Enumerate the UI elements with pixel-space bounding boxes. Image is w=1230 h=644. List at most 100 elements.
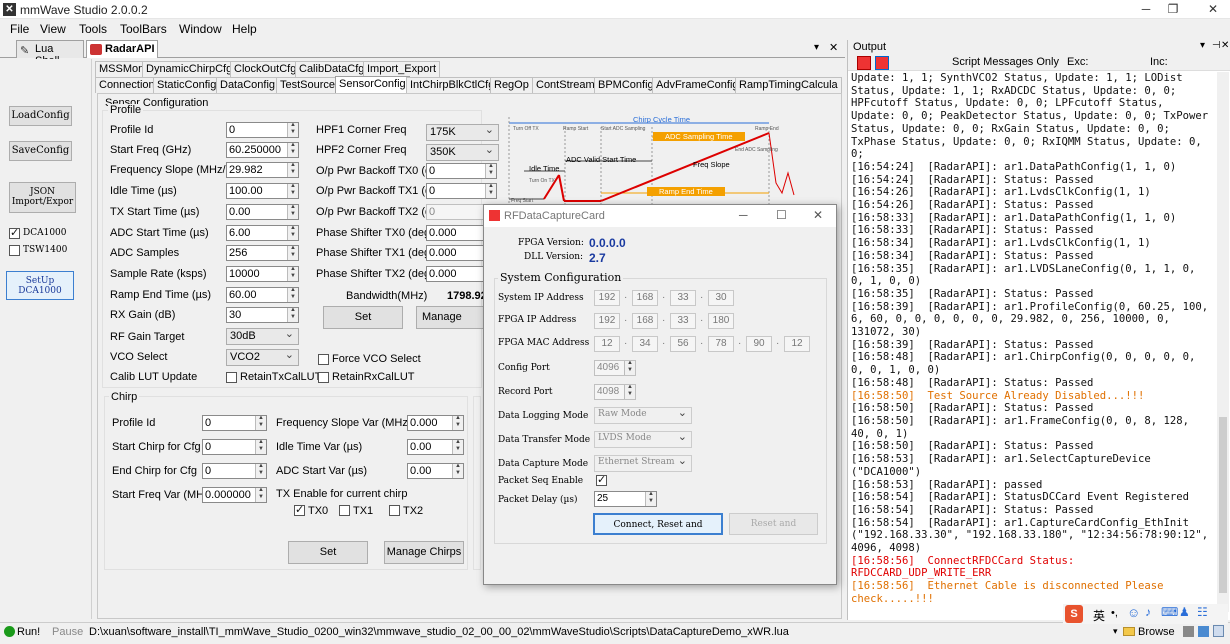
dialog-maximize-button[interactable]: ☐	[776, 208, 787, 222]
menu-tools[interactable]: Tools	[79, 22, 107, 36]
chirp-var-input[interactable]: 0.00 ▲ ▼	[407, 463, 464, 479]
spinner-icon[interactable]: ▲▼	[255, 464, 266, 478]
output-close-icon[interactable]: ✕	[1221, 40, 1229, 51]
chirp-field-input[interactable]: 0 ▲ ▼	[202, 463, 267, 479]
ime-voice-icon[interactable]: ♪	[1145, 605, 1151, 619]
address-octet-input[interactable]: 78	[708, 336, 734, 352]
output-scrollbar[interactable]	[1217, 72, 1229, 612]
ime-menu-icon[interactable]: ☷	[1197, 605, 1208, 619]
chirp-var-input[interactable]: 0.000 ▲ ▼	[407, 415, 464, 431]
tab-import-export[interactable]: Import_Export	[363, 61, 441, 77]
tab-static-config[interactable]: StaticConfig	[153, 77, 221, 93]
menu-view[interactable]: View	[40, 22, 66, 36]
tab-test-source[interactable]: TestSource	[276, 77, 340, 93]
tab-connection[interactable]: Connection	[95, 77, 159, 93]
spinner-icon[interactable]: ▲▼	[255, 416, 266, 430]
tab-regop[interactable]: RegOp	[490, 77, 533, 93]
output-scroll-thumb[interactable]	[1219, 417, 1227, 593]
spinner-icon[interactable]: ▲▼	[287, 205, 298, 219]
force-vco-select-checkbox[interactable]	[318, 354, 329, 365]
record-port-spinner[interactable]: ▲ ▼	[624, 385, 635, 399]
packet-delay-input[interactable]: 25 ▲ ▼	[594, 491, 657, 507]
data-logging-mode-select[interactable]: Raw Mode	[594, 406, 692, 424]
tab-adv-frame-config[interactable]: AdvFrameConfig	[652, 77, 743, 93]
address-octet-input[interactable]: 180	[708, 313, 734, 329]
address-octet-input[interactable]: 34	[632, 336, 658, 352]
menu-toolbars[interactable]: ToolBars	[120, 22, 167, 36]
ime-punct-icon[interactable]: •,	[1111, 607, 1118, 619]
tab-ramp-timing[interactable]: RampTimingCalcula	[735, 77, 842, 93]
spinner-icon[interactable]: ▲▼	[452, 416, 463, 430]
profile-field-input[interactable]: 29.982 ▲ ▼	[226, 162, 299, 178]
ime-emoji-icon[interactable]: ☺	[1127, 605, 1140, 620]
run-button[interactable]: Run!	[17, 626, 40, 638]
address-octet-input[interactable]: 12	[784, 336, 810, 352]
setup-dca1000-button[interactable]: SetUp DCA1000	[6, 271, 74, 300]
tab-int-chirp-blk[interactable]: IntChirpBlkCtlCfg	[406, 77, 499, 93]
spinner-icon[interactable]: ▲▼	[287, 184, 298, 198]
vco-select[interactable]: VCO2	[226, 348, 299, 366]
output-dropdown-icon[interactable]: ▾	[1200, 40, 1205, 51]
tab-dropdown-icon[interactable]: ▾	[814, 42, 819, 53]
tab-bpm-config[interactable]: BPMConfig	[594, 77, 658, 93]
profile-field-input[interactable]: 10000 ▲ ▼	[226, 266, 299, 282]
path-dropdown-icon[interactable]: ▾	[1113, 626, 1118, 637]
tab-sensor-config[interactable]: SensorConfig	[335, 76, 410, 93]
profile-set-button[interactable]: Set	[323, 306, 403, 329]
profile-field-input[interactable]: 100.00 ▲ ▼	[226, 183, 299, 199]
load-config-button[interactable]: LoadConfig	[9, 106, 72, 126]
address-octet-input[interactable]: 90	[746, 336, 772, 352]
tsw1400-checkbox[interactable]	[9, 245, 20, 256]
profile-field-input[interactable]: 30 ▲ ▼	[226, 307, 299, 323]
data-capture-mode-select[interactable]: Ethernet Stream	[594, 454, 692, 472]
spinner-icon[interactable]: ▲▼	[255, 488, 266, 502]
retain-tx-cal-lut-checkbox[interactable]	[226, 372, 237, 383]
tx1-checkbox[interactable]	[339, 505, 350, 516]
maximize-button[interactable]: ❐	[1165, 2, 1181, 17]
record-port-input[interactable]: 4098 ▲ ▼	[594, 384, 636, 400]
manage-profiles-button[interactable]: Manage Profil	[416, 306, 486, 329]
address-octet-input[interactable]: 192	[594, 313, 620, 329]
chirp-field-input[interactable]: 0 ▲ ▼	[202, 439, 267, 455]
address-octet-input[interactable]: 192	[594, 290, 620, 306]
json-import-export-button[interactable]: JSON Import/Expor	[9, 182, 76, 213]
spinner-icon[interactable]: ▲▼	[287, 123, 298, 137]
rf-field-input[interactable]: 0 ▲▼	[426, 163, 497, 179]
profile-field-input[interactable]: 0.00 ▲ ▼	[226, 204, 299, 220]
minimize-button[interactable]: ─	[1138, 2, 1154, 17]
profile-field-input[interactable]: 0 ▲ ▼	[226, 122, 299, 138]
spinner-icon[interactable]: ▲▼	[452, 464, 463, 478]
chirp-var-input[interactable]: 0.00 ▲ ▼	[407, 439, 464, 455]
tx0-checkbox[interactable]	[294, 503, 305, 516]
chirp-set-button[interactable]: Set	[288, 541, 368, 564]
rf-gain-select[interactable]: 30dB	[226, 327, 299, 345]
close-window-button[interactable]: ✕	[1205, 2, 1221, 17]
retain-rx-cal-lut-checkbox[interactable]	[318, 372, 329, 383]
reset-button[interactable]: Reset and	[729, 513, 818, 535]
stop-output-icon[interactable]	[875, 56, 889, 70]
menu-window[interactable]: Window	[179, 22, 222, 36]
spinner-icon[interactable]: ▲▼	[287, 163, 298, 177]
address-octet-input[interactable]: 168	[632, 290, 658, 306]
ime-keyboard-icon[interactable]: ⌨	[1161, 605, 1178, 619]
config-port-input[interactable]: 4096 ▲ ▼	[594, 360, 636, 376]
manage-chirps-button[interactable]: Manage Chirps	[384, 541, 464, 564]
ime-shirt-icon[interactable]: ♟	[1179, 605, 1190, 619]
packet-delay-spinner[interactable]: ▲ ▼	[645, 492, 656, 506]
hpf1-select[interactable]: 175K	[426, 123, 499, 141]
tab-close-icon[interactable]: ✕	[829, 41, 838, 54]
config-port-spinner[interactable]: ▲ ▼	[624, 361, 635, 375]
data-transfer-mode-select[interactable]: LVDS Mode	[594, 430, 692, 448]
profile-field-input[interactable]: 60.250000 ▲ ▼	[226, 142, 299, 158]
save-script-icon[interactable]	[1183, 626, 1194, 637]
spinner-icon[interactable]: ▲▼	[485, 184, 496, 198]
address-octet-input[interactable]: 33	[670, 290, 696, 306]
save-config-button[interactable]: SaveConfig	[9, 141, 72, 161]
tab-cont-stream[interactable]: ContStream	[532, 77, 599, 93]
address-octet-input[interactable]: 56	[670, 336, 696, 352]
tx2-checkbox[interactable]	[389, 505, 400, 516]
dca1000-checkbox[interactable]	[9, 226, 20, 239]
ime-logo-icon[interactable]: S	[1065, 605, 1083, 623]
script-messages-only[interactable]: Script Messages Only	[952, 56, 1059, 68]
tab-calib-data-cfg[interactable]: CalibDataCfg	[295, 61, 369, 77]
